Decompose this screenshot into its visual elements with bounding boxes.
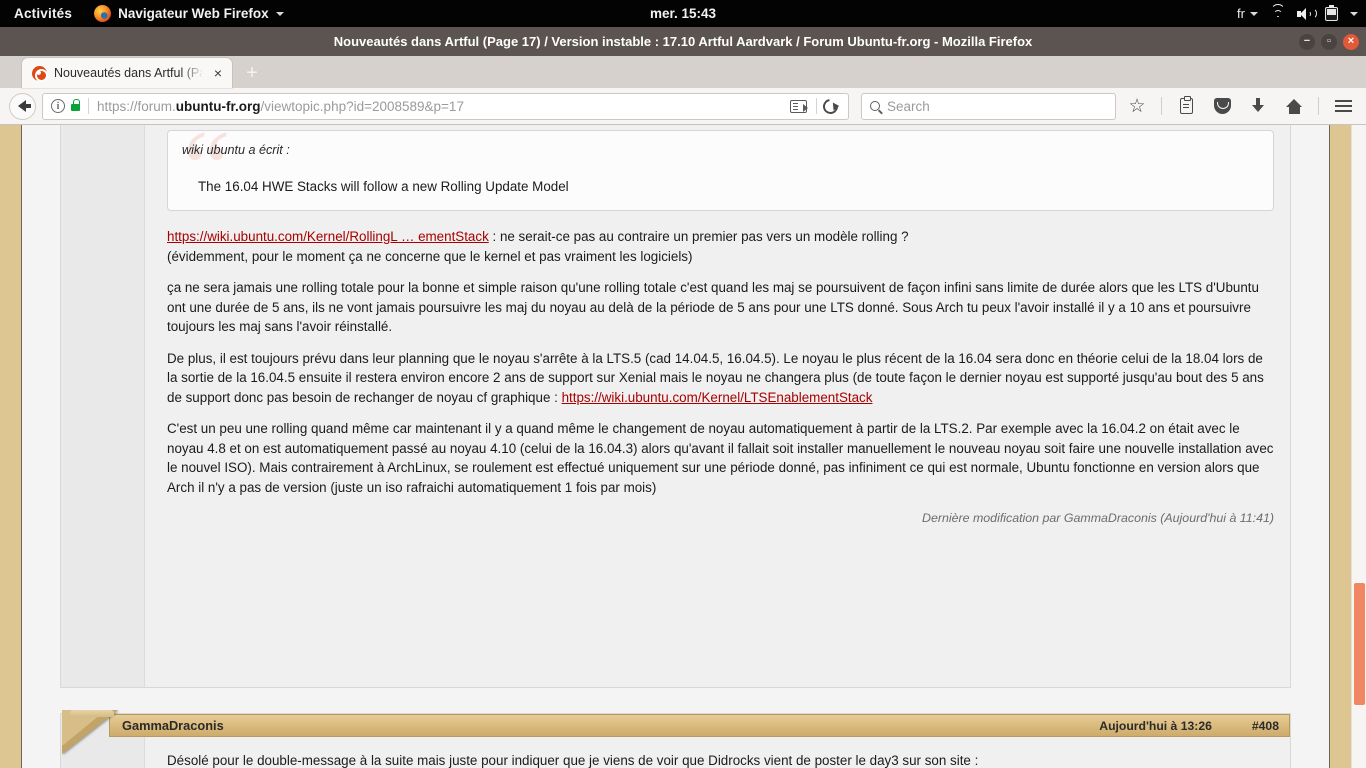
window-controls: − ▫ ×: [1299, 27, 1359, 56]
url-path: /viewtopic.php?id=2008589&p=17: [260, 98, 464, 114]
minimize-button[interactable]: −: [1299, 33, 1315, 50]
window-title: Nouveautés dans Artful (Page 17) / Versi…: [333, 34, 1033, 49]
post-2-timestamp: Aujourd'hui à 13:26: [1099, 718, 1212, 733]
wifi-icon[interactable]: [1270, 4, 1285, 20]
post-1-paragraph-3: De plus, il est toujours prévu dans leur…: [167, 349, 1274, 408]
downloads-button[interactable]: [1243, 91, 1273, 121]
pocket-button[interactable]: [1207, 91, 1237, 121]
keyboard-layout-indicator[interactable]: fr: [1237, 6, 1258, 21]
bookmark-star-button[interactable]: ☆: [1122, 91, 1152, 121]
vertical-scrollbar[interactable]: [1351, 125, 1366, 768]
post-1-paragraph-2: ça ne sera jamais une rolling totale pou…: [167, 280, 1259, 334]
page-viewport: “ wiki ubuntu a écrit : The 16.04 HWE St…: [0, 125, 1366, 768]
new-tab-button[interactable]: +: [237, 58, 267, 88]
back-circle: [8, 92, 36, 120]
library-icon: [1179, 96, 1193, 114]
post-1-user-column: [61, 125, 145, 687]
volume-icon[interactable]: [1297, 7, 1317, 20]
home-button[interactable]: [1279, 91, 1309, 121]
app-menu-firefox[interactable]: Navigateur Web Firefox: [86, 5, 292, 22]
page-inner: “ wiki ubuntu a écrit : The 16.04 HWE St…: [23, 125, 1328, 768]
page-right-border: [1329, 125, 1351, 768]
post-1-paragraph-1: https://wiki.ubuntu.com/Kernel/RollingL …: [167, 227, 1274, 266]
post-2-header: GammaDraconis Aujourd'hui à 13:26 #408: [62, 710, 1290, 754]
battery-icon[interactable]: [1325, 4, 1338, 21]
gnome-top-bar: Activités Navigateur Web Firefox mer. 15…: [0, 0, 1366, 27]
reload-icon[interactable]: [820, 95, 841, 117]
quote-author: wiki ubuntu a écrit :: [182, 143, 290, 157]
maximize-button[interactable]: ▫: [1321, 33, 1337, 50]
close-button[interactable]: ×: [1343, 33, 1359, 50]
chevron-down-icon: [275, 11, 284, 16]
home-icon: [1285, 98, 1303, 114]
star-icon: ☆: [1128, 95, 1146, 117]
post-2-paragraph-1: Désolé pour le double-message à la suite…: [167, 751, 1274, 768]
post-2-author[interactable]: GammaDraconis: [122, 718, 224, 733]
divider: [1318, 97, 1319, 115]
post-2-body: Désolé pour le double-message à la suite…: [146, 737, 1290, 768]
page-left-border: [0, 125, 22, 768]
link-lts-enablement-stack[interactable]: https://wiki.ubuntu.com/Kernel/LTSEnable…: [562, 390, 873, 405]
arrow-left-icon: [18, 100, 31, 112]
scrollbar-thumb[interactable]: [1354, 583, 1365, 705]
hamburger-menu-icon: [1334, 99, 1352, 113]
system-tray: fr: [1237, 0, 1358, 27]
activities-button[interactable]: Activités: [0, 6, 86, 21]
post-2-number[interactable]: #408: [1252, 719, 1279, 733]
ribbon-fold-decoration: [62, 710, 122, 758]
library-button[interactable]: [1171, 91, 1201, 121]
chevron-down-icon[interactable]: [1350, 11, 1358, 16]
post-2: GammaDraconis Aujourd'hui à 13:26 #408 D…: [60, 710, 1291, 768]
post-1-last-edit: Dernière modification par GammaDraconis …: [922, 511, 1274, 525]
back-button[interactable]: [8, 92, 36, 120]
url-domain: ubuntu-fr.org: [175, 98, 261, 114]
firefox-icon: [94, 5, 112, 22]
ubuntu-favicon: [32, 65, 48, 82]
post-2-p1-text: Désolé pour le double-message à la suite…: [167, 753, 979, 768]
post-1-p1-line2: (évidemment, pour le moment ça ne concer…: [167, 248, 693, 264]
search-icon: [870, 101, 880, 111]
post-1: “ wiki ubuntu a écrit : The 16.04 HWE St…: [60, 125, 1291, 688]
tab-title: Nouveautés dans Artful (Page 17) / Versi…: [54, 66, 203, 80]
pocket-icon: [1213, 98, 1231, 114]
tab-close-icon[interactable]: ×: [210, 65, 226, 81]
url-text: https://forum.ubuntu-fr.org/viewtopic.ph…: [97, 99, 777, 114]
menu-button[interactable]: [1328, 91, 1358, 121]
divider: [1161, 97, 1162, 115]
post-1-p1-after-link: : ne serait-ce pas au contraire un premi…: [488, 229, 909, 244]
post-1-body: “ wiki ubuntu a écrit : The 16.04 HWE St…: [146, 125, 1290, 537]
window-titlebar: Nouveautés dans Artful (Page 17) / Versi…: [0, 27, 1366, 56]
post-1-paragraph-4: C'est un peu une rolling quand même car …: [167, 421, 1274, 495]
app-menu-label: Navigateur Web Firefox: [118, 6, 269, 21]
url-bar[interactable]: i https://forum.ubuntu-fr.org/viewtopic.…: [42, 92, 849, 120]
url-subdomain: forum.: [137, 98, 176, 114]
quote-box: “ wiki ubuntu a écrit : The 16.04 HWE St…: [167, 130, 1274, 211]
urlbar-actions: [783, 95, 846, 117]
download-icon: [1251, 98, 1265, 114]
lock-icon: [71, 99, 81, 111]
divider: [88, 98, 89, 114]
navigation-toolbar: i https://forum.ubuntu-fr.org/viewtopic.…: [0, 88, 1366, 125]
chevron-down-icon: [1250, 11, 1258, 16]
url-scheme: https://: [97, 98, 138, 114]
keyboard-layout-label: fr: [1237, 6, 1245, 21]
tab-strip: Nouveautés dans Artful (Page 17) / Versi…: [0, 56, 1366, 88]
reader-mode-icon[interactable]: [790, 99, 808, 113]
divider: [816, 98, 817, 114]
tab-nouveautes-dans-artful[interactable]: Nouveautés dans Artful (Page 17) / Versi…: [22, 58, 232, 88]
quote-text: The 16.04 HWE Stacks will follow a new R…: [198, 178, 569, 194]
forum-page: “ wiki ubuntu a écrit : The 16.04 HWE St…: [0, 125, 1351, 768]
search-bar[interactable]: Search: [861, 92, 1116, 120]
link-rolling-enablement-stack[interactable]: https://wiki.ubuntu.com/Kernel/RollingL …: [167, 229, 489, 244]
search-input[interactable]: Search: [887, 99, 930, 114]
page-info-icon[interactable]: i: [51, 99, 65, 113]
